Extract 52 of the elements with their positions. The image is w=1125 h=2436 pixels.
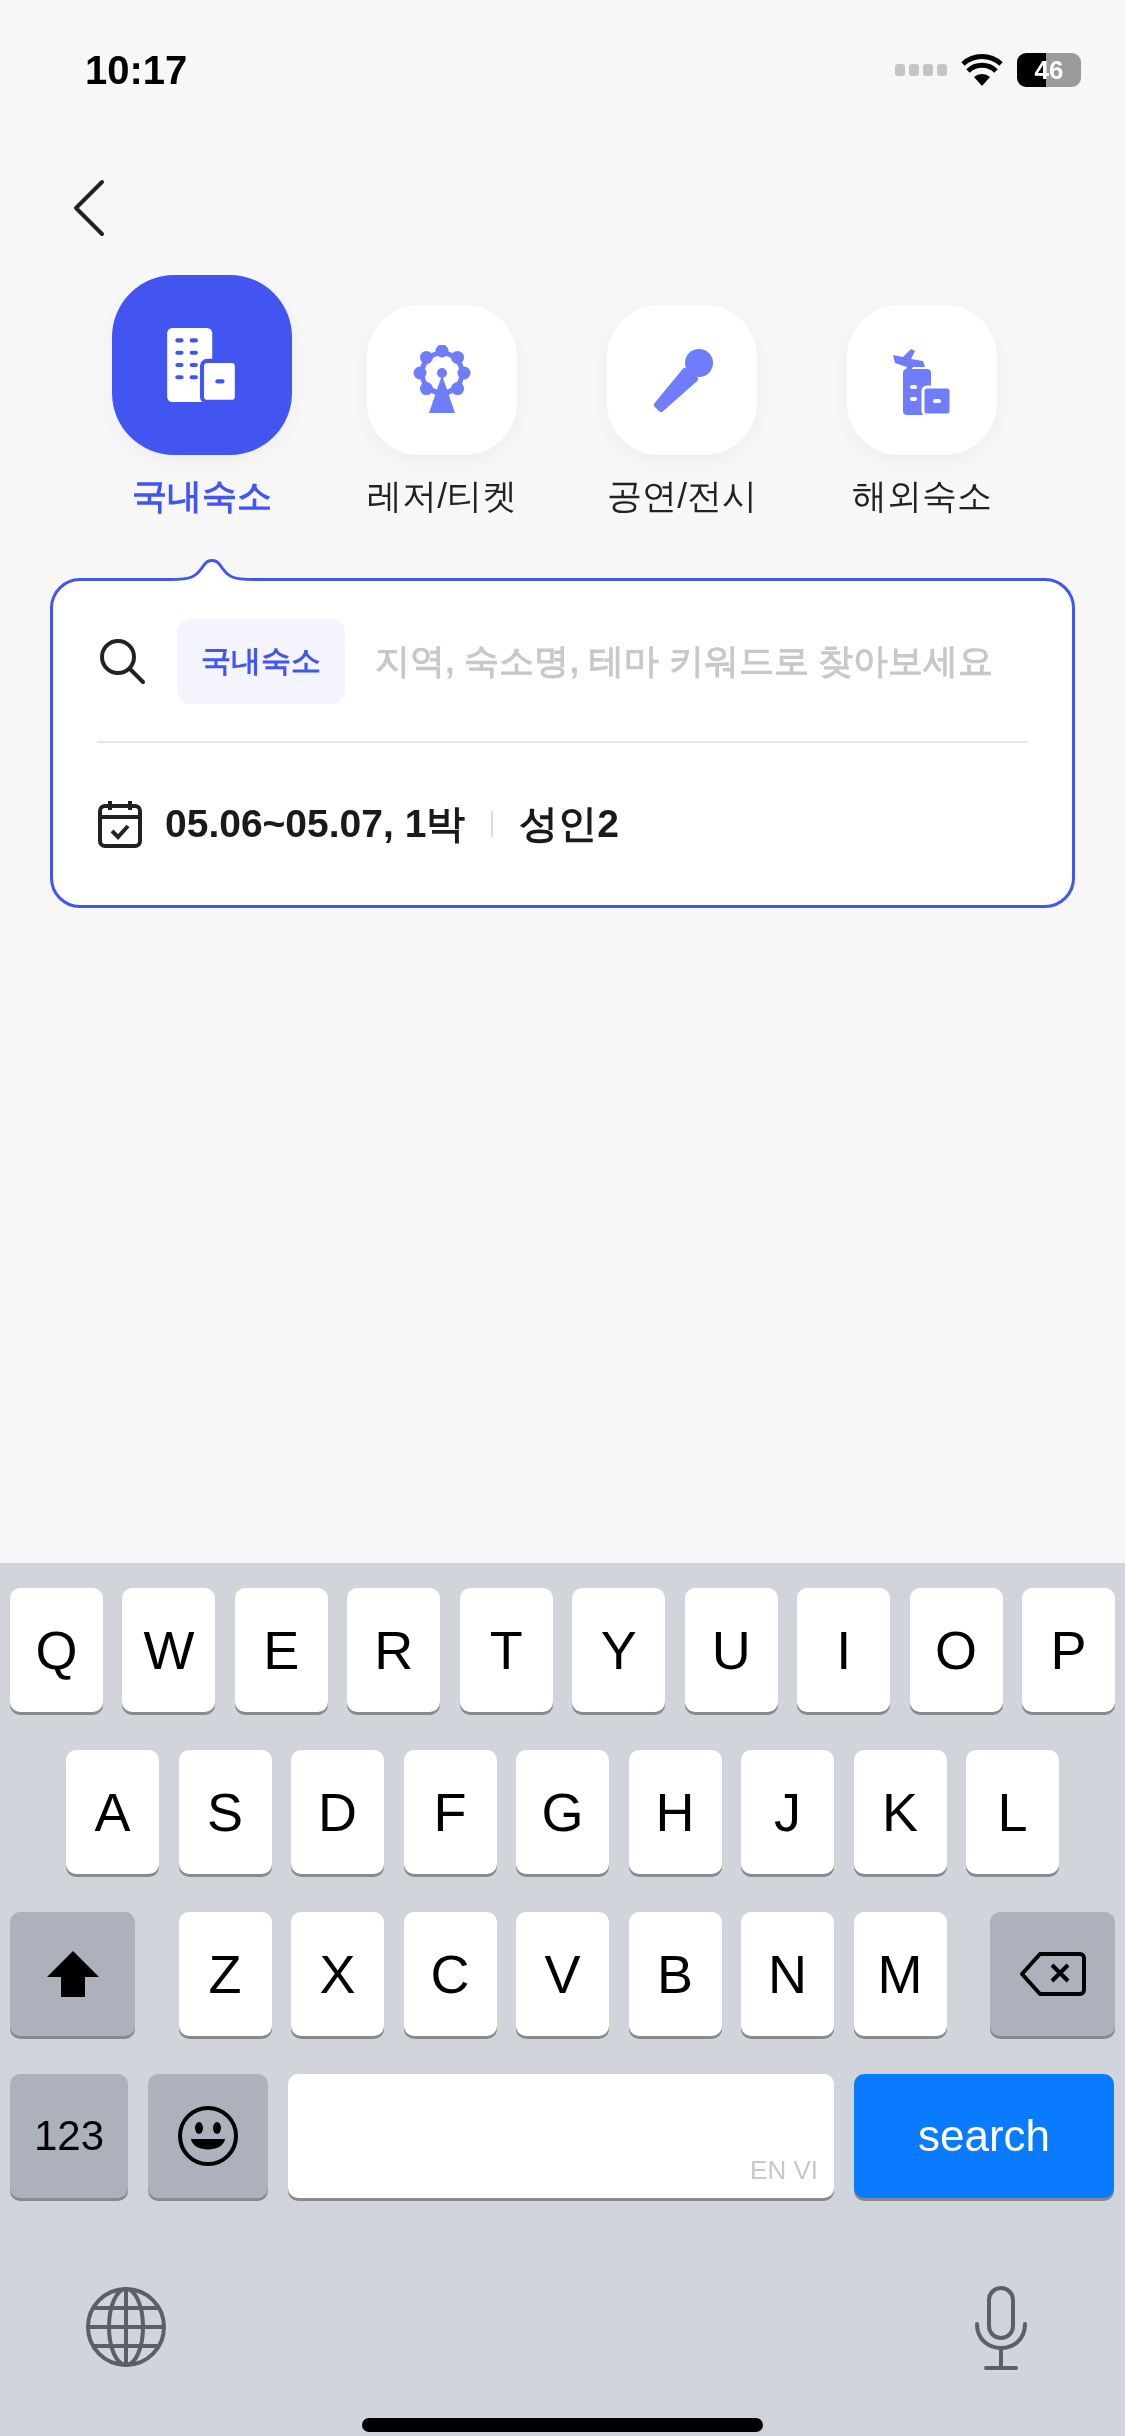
numbers-key[interactable]: 123 [10,2074,128,2198]
smiley-icon [177,2105,239,2167]
category-chip: 국내숙소 [177,618,345,704]
letter-key[interactable]: W [122,1588,216,1712]
category-tab[interactable]: 레저/티켓 [322,275,562,520]
microphone-icon[interactable] [972,2286,1030,2372]
signal-icon [895,64,947,76]
letter-key[interactable]: P [1022,1588,1115,1712]
back-icon[interactable] [72,178,106,237]
letter-key[interactable]: N [741,1912,834,2036]
guest-count[interactable]: 성인2 [519,797,620,851]
backspace-icon [1019,1951,1086,1997]
ferris-wheel-icon [411,345,473,415]
letter-key[interactable]: C [403,1912,497,2036]
search-key[interactable]: search [854,2074,1114,2198]
letter-key[interactable]: X [291,1912,384,2036]
letter-key[interactable]: V [516,1912,609,2036]
letter-key[interactable]: O [909,1588,1003,1712]
search-icon [97,636,147,686]
letter-key[interactable]: K [853,1750,947,1874]
category-label: 레저/티켓 [367,475,517,517]
letter-key[interactable]: B [628,1912,722,2036]
letter-key[interactable]: M [853,1912,947,2036]
letter-key[interactable]: F [403,1750,497,1874]
category-label: 국내숙소 [132,475,272,517]
letter-key[interactable]: D [291,1750,384,1874]
letter-key[interactable]: T [459,1588,553,1712]
category-label: 해외숙소 [852,475,992,517]
category-tab[interactable]: 해외숙소 [802,275,1042,520]
letter-key[interactable]: S [178,1750,272,1874]
letter-key[interactable]: G [516,1750,609,1874]
category-tab[interactable]: 공연/전시 [562,275,802,520]
letter-key[interactable]: L [966,1750,1059,1874]
date-range[interactable]: 05.06~05.07, 1박 [165,797,466,851]
shift-key[interactable] [10,1912,135,2036]
category-label: 공연/전시 [607,475,757,517]
letter-key[interactable]: U [684,1588,778,1712]
letter-key[interactable]: I [797,1588,891,1712]
globe-icon[interactable] [85,2286,167,2368]
letter-key[interactable]: E [234,1588,328,1712]
letter-key[interactable]: Y [572,1588,666,1712]
wifi-icon [961,54,1003,86]
letter-key[interactable]: H [628,1750,722,1874]
status-time: 10:17 [85,47,188,93]
emoji-key[interactable] [148,2074,268,2198]
letter-key[interactable]: A [66,1750,159,1874]
calendar-icon [97,799,143,849]
letter-key[interactable]: Z [178,1912,272,2036]
letter-key[interactable]: Q [10,1588,103,1712]
letter-key[interactable]: R [347,1588,441,1712]
backspace-key[interactable] [990,1912,1115,2036]
letter-key[interactable]: J [741,1750,834,1874]
